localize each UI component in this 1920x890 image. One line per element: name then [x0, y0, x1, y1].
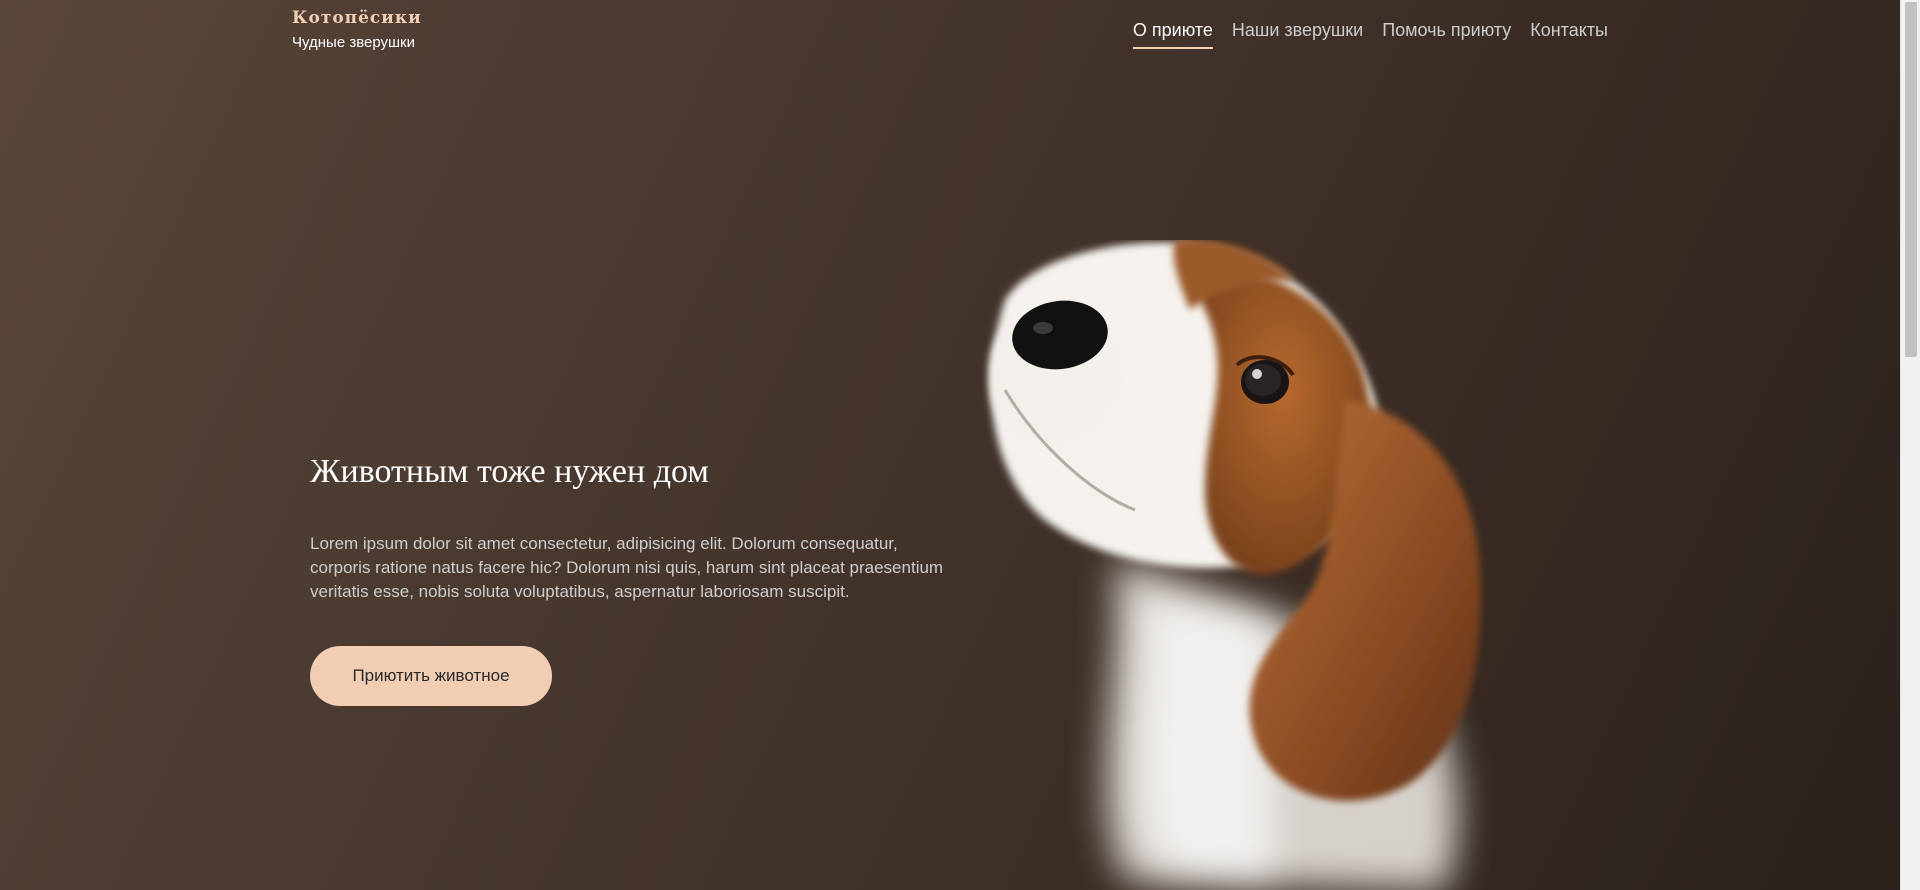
nav-item-about: О приюте [1132, 20, 1213, 49]
nav-item-contacts: Контакты [1530, 20, 1608, 49]
nav-item-help: Помочь приюту [1382, 20, 1511, 49]
hero-description: Lorem ipsum dolor sit amet consectetur, … [310, 534, 944, 601]
nav-link-help[interactable]: Помочь приюту [1382, 20, 1511, 47]
nav-link-contacts[interactable]: Контакты [1530, 20, 1608, 47]
landing-page: Котопёсики Чудные зверушки О приюте Наши… [0, 0, 1920, 890]
hero-title: Животным тоже нужен дом [310, 453, 709, 490]
nav-link-about[interactable]: О приюте [1132, 20, 1213, 49]
scrollbar-thumb[interactable] [1905, 2, 1917, 357]
nav-link-pets[interactable]: Наши зверушки [1232, 20, 1363, 47]
nav-item-pets: Наши зверушки [1232, 20, 1363, 49]
logo-subtitle: Чудные зверушки [292, 34, 415, 51]
scrollbar[interactable] [1900, 0, 1920, 890]
logo[interactable]: Котопёсики Чудные зверушки [292, 8, 422, 51]
logo-title[interactable]: Котопёсики [292, 8, 422, 28]
beagle-puppy-image [989, 240, 1481, 890]
adopt-pet-button[interactable]: Приютить животное [310, 646, 552, 706]
main-nav: О приюте Наши зверушки Помочь приюту Кон… [1132, 20, 1608, 49]
